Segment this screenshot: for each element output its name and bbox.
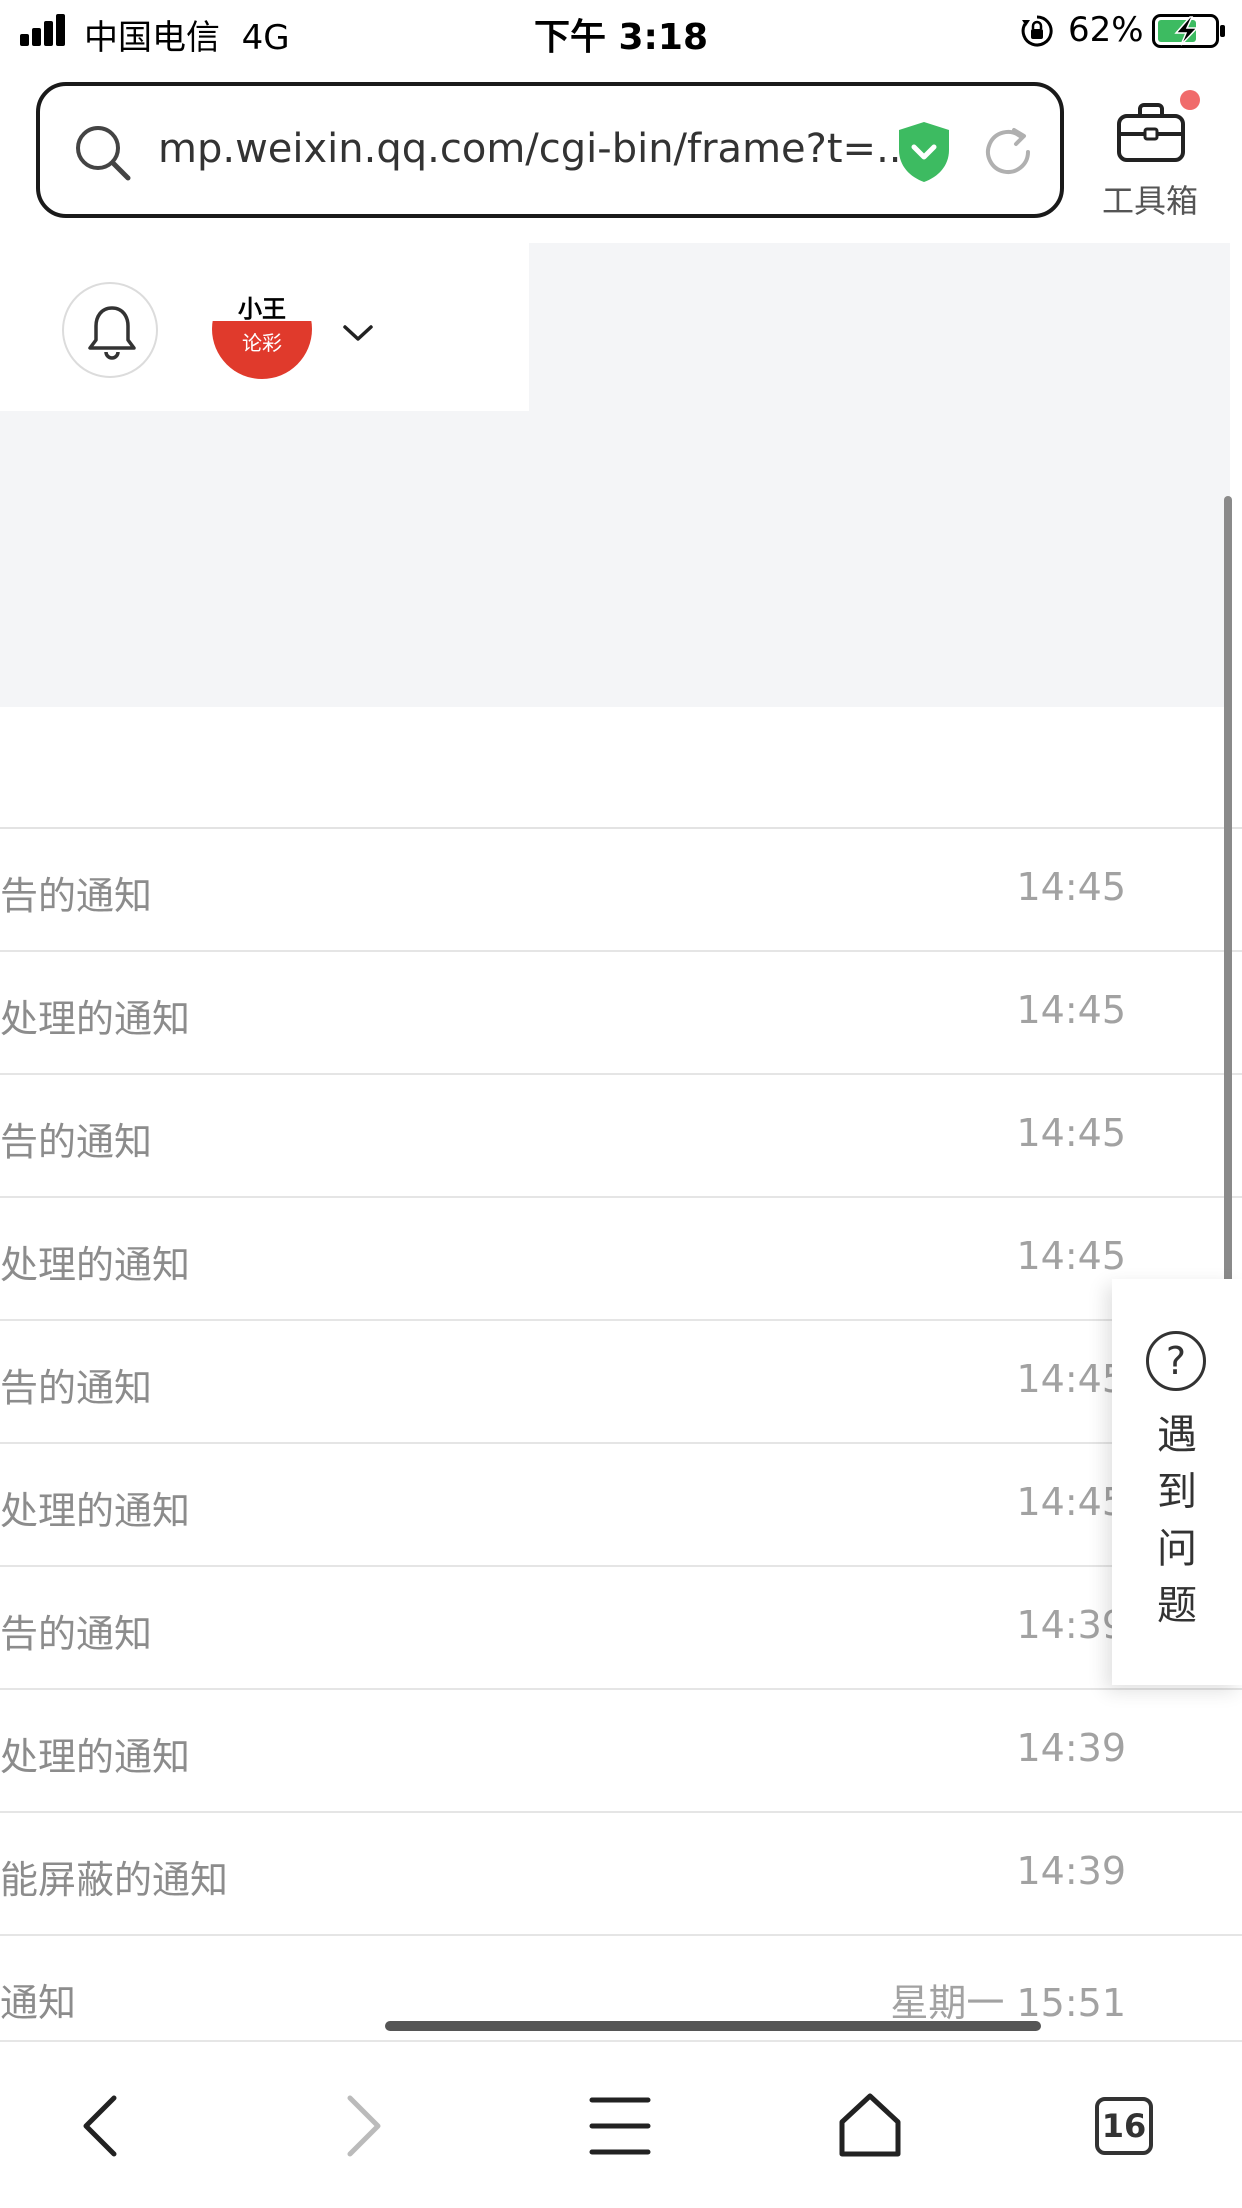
- search-icon: [76, 126, 131, 181]
- notice-row[interactable]: 处理的通知 14:39: [0, 1690, 1242, 1813]
- notice-row[interactable]: 告的通知 14:45: [0, 1321, 1242, 1444]
- vertical-scrollbar[interactable]: [1224, 496, 1232, 1296]
- reload-icon[interactable]: [980, 124, 1036, 180]
- notice-title: 通知: [0, 1981, 77, 2025]
- status-time: 下午 3:18: [533, 17, 709, 58]
- notice-time: 14:45: [1016, 1234, 1126, 1278]
- notice-time: 14:39: [1016, 1603, 1126, 1647]
- notice-row[interactable]: 能屏蔽的通知 14:39: [0, 1813, 1242, 1936]
- toolbox-button[interactable]: 工具箱: [1090, 90, 1210, 220]
- notice-row[interactable]: 告的通知 14:45: [0, 1075, 1242, 1198]
- menu-icon[interactable]: [580, 2086, 660, 2166]
- notice-time: 星期一 15:51: [890, 1981, 1126, 2025]
- notice-title: 告的通知: [0, 1612, 153, 1656]
- toolbox-icon: [1117, 103, 1185, 162]
- notice-row[interactable]: 告的通知 14:39: [0, 1567, 1242, 1690]
- chevron-down-icon[interactable]: [340, 321, 376, 345]
- bell-icon: [88, 306, 136, 360]
- security-shield-icon[interactable]: [896, 120, 952, 184]
- notice-title: 告的通知: [0, 874, 153, 918]
- notice-time: 14:39: [1016, 1726, 1126, 1770]
- battery-charging-icon: [1152, 14, 1225, 48]
- address-bar[interactable]: mp.weixin.qq.com/cgi-bin/frame?t=...: [36, 82, 1064, 218]
- page-content: 小王 论彩 告的通知 14:45 处理的通知 14:45 告的通知 14:45 处理的通知 1…: [0, 243, 1242, 2040]
- notice-title: 处理的通知: [0, 1735, 191, 1779]
- help-label: 遇 到 问 题: [1157, 1412, 1197, 1629]
- question-icon: ?: [1146, 1331, 1206, 1391]
- avatar[interactable]: 小王 论彩: [212, 279, 312, 379]
- notice-row[interactable]: 处理的通知 14:45: [0, 952, 1242, 1075]
- notice-row[interactable]: 告的通知 14:45: [0, 829, 1242, 952]
- help-button[interactable]: ? 遇 到 问 题: [1112, 1279, 1242, 1685]
- tab-count: 16: [1095, 2097, 1153, 2155]
- tabs-button[interactable]: 16: [1084, 2086, 1164, 2166]
- avatar-name: 小王: [238, 295, 286, 323]
- notice-time: 14:39: [1016, 1849, 1126, 1893]
- avatar-subtitle: 论彩: [212, 321, 312, 379]
- horizontal-scrollbar[interactable]: [385, 2021, 1041, 2031]
- notification-dot: [1180, 90, 1200, 110]
- notice-title: 告的通知: [0, 1120, 153, 1164]
- status-bar: 中国电信 4G 下午 3:18 62%: [0, 0, 1242, 62]
- notice-time: 14:45: [1016, 988, 1126, 1032]
- notice-title: 处理的通知: [0, 997, 191, 1041]
- notifications-button[interactable]: [62, 282, 158, 378]
- orientation-lock-icon: [1021, 15, 1053, 47]
- notice-title: 处理的通知: [0, 1243, 191, 1287]
- back-icon[interactable]: [64, 2086, 144, 2166]
- forward-icon[interactable]: [320, 2086, 400, 2166]
- notice-row[interactable]: 处理的通知 14:45: [0, 1198, 1242, 1321]
- notice-time: 14:45: [1016, 1111, 1126, 1155]
- notice-title: 能屏蔽的通知: [0, 1858, 229, 1902]
- notice-time: 14:45: [1016, 865, 1126, 909]
- browser-screen: 中国电信 4G 下午 3:18 62% mp.weixin.qq.com/cgi…: [0, 0, 1242, 2208]
- url-text[interactable]: mp.weixin.qq.com/cgi-bin/frame?t=...: [158, 126, 918, 172]
- battery-percent: 62%: [1068, 10, 1144, 50]
- notice-title: 处理的通知: [0, 1489, 191, 1533]
- notice-title: 告的通知: [0, 1366, 153, 1410]
- account-header: 小王 论彩: [0, 243, 529, 411]
- toolbox-label: 工具箱: [1101, 182, 1198, 220]
- notice-time: 14:45: [1016, 1480, 1126, 1524]
- browser-toolbar: 16: [0, 2040, 1242, 2208]
- home-icon[interactable]: [830, 2086, 910, 2166]
- notice-row[interactable]: 处理的通知 14:45: [0, 1444, 1242, 1567]
- notice-time: 14:45: [1016, 1357, 1126, 1401]
